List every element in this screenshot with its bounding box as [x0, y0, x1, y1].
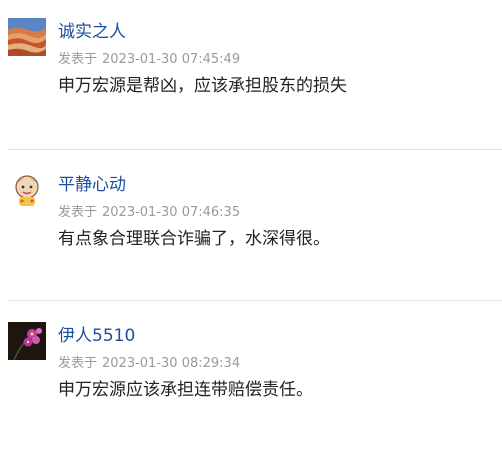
post-meta: 发表于 2023-01-30 07:45:49 — [58, 52, 240, 68]
comment-text: 申万宏源应该承担连带赔偿责任。 — [58, 380, 313, 400]
post-meta: 发表于 2023-01-30 07:46:35 — [58, 205, 240, 221]
canyon-photo-avatar[interactable] — [8, 18, 46, 56]
comment-text: 申万宏源是帮凶，应该承担股东的损失 — [58, 76, 347, 96]
posted-label: 发表于 — [58, 205, 98, 220]
posted-label: 发表于 — [58, 356, 98, 371]
comment-item: 诚实之人 发表于 2023-01-30 07:45:49 申万宏源是帮凶，应该承担… — [0, 0, 502, 150]
comment-item: 平静心动 发表于 2023-01-30 07:46:35 有点象合理联合诈骗了，水… — [0, 150, 502, 300]
comment-text: 有点象合理联合诈骗了，水深得很。 — [58, 229, 330, 249]
posted-label: 发表于 — [58, 52, 98, 67]
post-timestamp: 2023-01-30 07:46:35 — [102, 205, 241, 220]
comment-item: 伊人5510 发表于 2023-01-30 08:29:34 申万宏源应该承担连带… — [0, 301, 502, 451]
username-link[interactable]: 诚实之人 — [58, 22, 126, 42]
post-timestamp: 2023-01-30 07:45:49 — [102, 52, 241, 67]
orchid-photo-avatar[interactable] — [8, 322, 46, 360]
cartoon-face-avatar[interactable] — [8, 170, 46, 208]
post-timestamp: 2023-01-30 08:29:34 — [102, 356, 241, 371]
username-link[interactable]: 伊人5510 — [58, 326, 135, 346]
post-meta: 发表于 2023-01-30 08:29:34 — [58, 356, 240, 372]
username-link[interactable]: 平静心动 — [58, 175, 126, 195]
